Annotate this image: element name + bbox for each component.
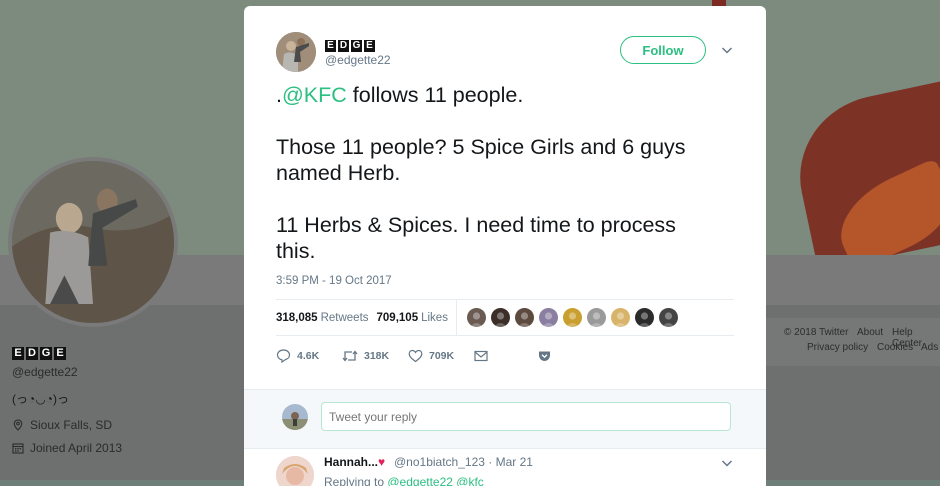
reply-composer: [244, 389, 766, 449]
location-text: Sioux Falls, SD: [30, 418, 113, 432]
divider: [456, 300, 457, 335]
replying-to-mentions[interactable]: @edgette22 @kfc: [387, 475, 483, 486]
logo-letter: D: [26, 347, 38, 360]
replier-name-text: Hannah...: [324, 455, 379, 469]
envelope-icon: [474, 350, 488, 361]
logo-letter: G: [351, 40, 362, 52]
logo-letter: D: [338, 40, 349, 52]
likes-label: Likes: [421, 311, 448, 324]
footer-copyright: © 2018 Twitter: [784, 327, 849, 338]
logo-letter: E: [54, 347, 66, 360]
calendar-icon: [12, 443, 24, 454]
liker-avatar[interactable]: [467, 308, 486, 327]
author-avatar[interactable]: [276, 32, 316, 72]
reply-input[interactable]: [321, 402, 731, 431]
profile-location: Sioux Falls, SD: [12, 418, 112, 432]
retweets-stat[interactable]: 318,085 Retweets: [276, 312, 369, 324]
heart-emoji: ♥: [378, 455, 386, 469]
liker-avatar[interactable]: [611, 308, 630, 327]
footer-link-privacy[interactable]: Privacy policy: [807, 342, 868, 353]
profile-handle: @edgette22: [12, 365, 78, 379]
location-pin-icon: [13, 419, 23, 431]
footer-link-cookies[interactable]: Cookies: [877, 342, 913, 353]
reply-tweet[interactable]: Hannah...♥ @no1biatch_123 · Mar 21 Reply…: [244, 448, 766, 486]
like-action[interactable]: 709K: [408, 349, 474, 363]
liker-avatar[interactable]: [515, 308, 534, 327]
tweet-text-segment: follows 11 people.: [346, 83, 524, 107]
liker-avatar[interactable]: [563, 308, 582, 327]
author-name-logo[interactable]: EDGE: [325, 35, 375, 53]
replier-avatar[interactable]: [276, 456, 314, 486]
chevron-down-icon[interactable]: [720, 43, 734, 57]
footer-link-about[interactable]: About: [857, 327, 883, 338]
tweet-permalink-modal: EDGE @edgette22 Follow .@KFC follows 11 …: [244, 6, 766, 486]
chevron-down-icon[interactable]: [720, 456, 734, 470]
liker-avatar[interactable]: [659, 308, 678, 327]
tweet-paragraph: .@KFC follows 11 people.: [276, 82, 746, 108]
retweet-action[interactable]: 318K: [342, 349, 408, 363]
retweets-label: Retweets: [320, 311, 369, 324]
retweet-count: 318K: [364, 349, 390, 362]
like-count: 709K: [429, 349, 455, 362]
logo-letter: E: [12, 347, 24, 360]
pocket-icon: [539, 351, 550, 361]
liker-avatar[interactable]: [491, 308, 510, 327]
joined-text: Joined April 2013: [30, 441, 123, 455]
pocket-action[interactable]: [538, 350, 551, 362]
tweet-text: .@KFC follows 11 people. Those 11 people…: [276, 82, 746, 264]
author-handle[interactable]: @edgette22: [325, 53, 391, 67]
tweet-stats: 318,085 Retweets 709,105 Likes: [276, 300, 448, 335]
tweet-actions: 4.6K 318K 709K: [276, 348, 551, 363]
replying-to-text: Replying to @edgette22 @kfc: [324, 475, 484, 486]
retweets-count: 318,085: [276, 311, 318, 324]
profile-avatar[interactable]: [8, 157, 178, 327]
tweet-text-segment: named Herb.: [276, 161, 401, 185]
replier-name[interactable]: Hannah...♥: [324, 455, 385, 469]
liker-avatar[interactable]: [587, 308, 606, 327]
profile-name-logo: EDGE: [12, 343, 66, 361]
tweet-paragraph: Those 11 people? 5 Spice Girls and 6 guy…: [276, 134, 746, 186]
reply-icon: [276, 349, 291, 363]
tweet-text-segment: this.: [276, 239, 316, 263]
profile-joined-date: Joined April 2013: [12, 441, 122, 455]
liker-avatar[interactable]: [635, 308, 654, 327]
likes-count: 709,105: [376, 311, 419, 324]
replier-handle-date[interactable]: @no1biatch_123 · Mar 21: [394, 455, 533, 469]
logo-letter: G: [40, 347, 52, 360]
tweet-text-segment: 11 Herbs & Spices. I need time to proces…: [276, 213, 676, 237]
mention-link[interactable]: @KFC: [282, 83, 347, 107]
reply-action[interactable]: 4.6K: [276, 348, 342, 363]
footer-link-ads[interactable]: Ads: [921, 342, 938, 353]
liker-avatar[interactable]: [539, 308, 558, 327]
divider: [276, 335, 734, 336]
retweet-icon: [342, 349, 358, 362]
likers-avatars: [467, 308, 678, 327]
heart-icon: [408, 349, 423, 362]
replying-to-prefix: Replying to: [324, 475, 388, 486]
tweet-paragraph: 11 Herbs & Spices. I need time to proces…: [276, 212, 746, 264]
tweet-timestamp[interactable]: 3:59 PM - 19 Oct 2017: [276, 275, 392, 287]
profile-bio: (っ◔◡◔)っ: [12, 392, 69, 406]
tweet-text-segment: Those 11 people? 5 Spice Girls and 6 guy…: [276, 135, 686, 159]
follow-button[interactable]: Follow: [620, 36, 706, 64]
reply-count: 4.6K: [297, 349, 320, 362]
likes-stat[interactable]: 709,105 Likes: [377, 312, 448, 324]
logo-letter: E: [364, 40, 375, 52]
current-user-avatar[interactable]: [282, 404, 308, 430]
direct-message-action[interactable]: [474, 350, 538, 362]
logo-letter: E: [325, 40, 336, 52]
